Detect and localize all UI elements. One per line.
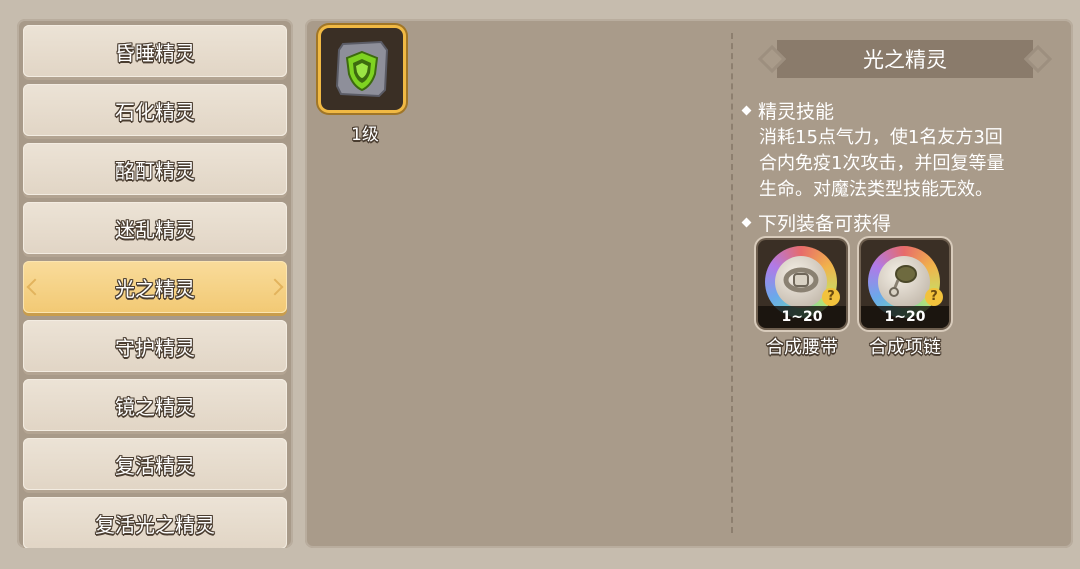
- diamond-bullet-icon: [741, 105, 752, 116]
- category-item-mirror[interactable]: 镜之精灵: [23, 379, 287, 431]
- skill-heading: 精灵技能: [741, 97, 835, 124]
- spirit-item-slot[interactable]: [321, 28, 403, 110]
- category-item-light[interactable]: 光之精灵: [23, 261, 287, 313]
- chevron-left-icon: [26, 278, 44, 296]
- category-item-drunk[interactable]: 酩酊精灵: [23, 143, 287, 195]
- skill-line: 生命。对魔法类型技能无效。: [759, 179, 993, 200]
- question-badge-icon: ?: [822, 288, 840, 306]
- skill-heading-text: 精灵技能: [758, 101, 835, 123]
- detail-title-banner: 光之精灵: [757, 40, 1053, 78]
- category-panel: 昏睡精灵 石化精灵 酩酊精灵 迷乱精灵 光之精灵 守护精灵 镜之精灵 复活精灵 …: [17, 19, 293, 548]
- equipment-name: 合成项链: [869, 337, 941, 358]
- equipment-name: 合成腰带: [766, 337, 838, 358]
- equipment-slot-necklace[interactable]: ? 1~20: [861, 240, 949, 328]
- equipment-slot-belt[interactable]: ? 1~20: [758, 240, 846, 328]
- category-label: 迷乱精灵: [115, 217, 195, 242]
- category-item-revive[interactable]: 复活精灵: [23, 438, 287, 490]
- category-list: 昏睡精灵 石化精灵 酩酊精灵 迷乱精灵 光之精灵 守护精灵 镜之精灵 复活精灵 …: [23, 25, 287, 548]
- question-badge-icon: ?: [925, 288, 943, 306]
- diamond-ornament-icon: [1023, 44, 1053, 74]
- source-heading: 下列装备可获得: [741, 209, 892, 236]
- category-item-petrify[interactable]: 石化精灵: [23, 84, 287, 136]
- diamond-bullet-icon: [741, 217, 752, 228]
- item-level: 1级: [351, 125, 379, 145]
- equipment-range: 1~20: [861, 306, 949, 328]
- category-label: 复活光之精灵: [95, 512, 215, 537]
- equipment-range: 1~20: [758, 306, 846, 328]
- chevron-right-icon: [266, 278, 284, 296]
- category-item-guard[interactable]: 守护精灵: [23, 320, 287, 372]
- belt-icon: [783, 267, 819, 293]
- category-label: 光之精灵: [115, 276, 195, 301]
- category-item-sleep[interactable]: 昏睡精灵: [23, 25, 287, 77]
- category-label: 昏睡精灵: [115, 40, 195, 65]
- category-label: 石化精灵: [115, 99, 195, 124]
- skill-line: 合内免疫1次攻击，并回复等量: [759, 153, 1005, 174]
- category-label: 守护精灵: [115, 335, 195, 360]
- skill-description: 消耗15点气力，使1名友方3回 合内免疫1次攻击，并回复等量 生命。对魔法类型技…: [759, 125, 1059, 203]
- category-item-confuse[interactable]: 迷乱精灵: [23, 202, 287, 254]
- category-label: 镜之精灵: [115, 394, 195, 419]
- detail-panel: 1级 光之精灵 精灵技能 消耗15点气力，使1名友方3回 合内免疫1次攻击，并回…: [305, 19, 1073, 548]
- divider: [731, 33, 733, 533]
- category-label: 复活精灵: [115, 453, 195, 478]
- category-item-revive-light[interactable]: 复活光之精灵: [23, 497, 287, 548]
- necklace-icon: [889, 265, 917, 297]
- skill-line: 消耗15点气力，使1名友方3回: [759, 127, 1003, 148]
- category-label: 酩酊精灵: [115, 158, 195, 183]
- diamond-ornament-icon: [757, 44, 787, 74]
- detail-title: 光之精灵: [863, 48, 947, 72]
- source-heading-text: 下列装备可获得: [758, 213, 892, 235]
- green-shield-icon: [335, 40, 389, 98]
